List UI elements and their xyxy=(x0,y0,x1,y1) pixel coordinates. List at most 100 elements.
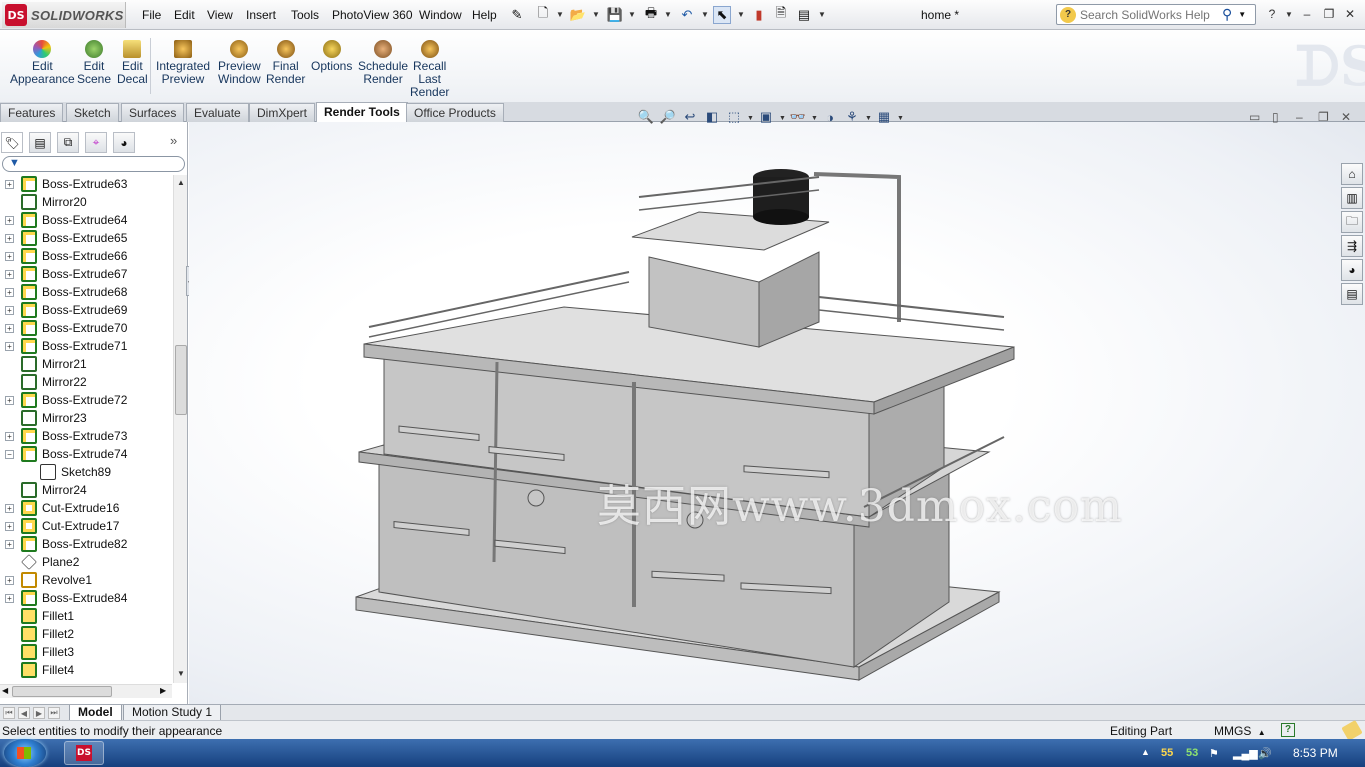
expand-icon[interactable]: + xyxy=(5,216,14,225)
tree-item[interactable]: Mirror21 xyxy=(0,355,172,373)
custom-properties-icon[interactable]: ▤ xyxy=(1341,283,1363,305)
chevron-down-icon[interactable]: ▼ xyxy=(664,10,672,19)
tree-item[interactable]: + Boss-Extrude84 xyxy=(0,589,172,607)
first-tab-icon[interactable]: ⏮ xyxy=(3,707,15,719)
expand-icon[interactable]: + xyxy=(5,540,14,549)
open-folder-icon[interactable]: 📂 xyxy=(569,6,587,24)
tab-motion-study[interactable]: Motion Study 1 xyxy=(123,705,222,721)
tree-item[interactable]: + Boss-Extrude70 xyxy=(0,319,172,337)
tree-item[interactable]: Fillet4 xyxy=(0,661,172,679)
view-palette-icon[interactable]: ⇶ xyxy=(1341,235,1363,257)
tree-item[interactable]: Fillet1 xyxy=(0,607,172,625)
restore-icon[interactable]: ❐ xyxy=(1318,110,1329,124)
tree-item[interactable]: + Boss-Extrude68 xyxy=(0,283,172,301)
chevron-down-icon[interactable]: ▼ xyxy=(701,10,709,19)
tab-render-tools[interactable]: Render Tools xyxy=(316,102,408,123)
next-tab-icon[interactable]: ▶ xyxy=(33,707,45,719)
pin-icon[interactable]: ✎ xyxy=(508,6,526,24)
select-cursor-icon[interactable]: ⬉ xyxy=(713,6,731,24)
tree-horizontal-scrollbar[interactable]: ◀ ▶ xyxy=(0,684,172,698)
chevron-down-icon[interactable]: ▼ xyxy=(779,108,786,128)
tree-vertical-scrollbar[interactable]: ▲ ▼ xyxy=(173,175,187,683)
menu-edit[interactable]: Edit xyxy=(174,8,195,22)
chevron-down-icon[interactable]: ▼ xyxy=(1280,5,1298,23)
taskbar-solidworks[interactable]: DS xyxy=(64,741,104,765)
tree-item[interactable]: + Boss-Extrude82 xyxy=(0,535,172,553)
feature-tree-icon[interactable]: 🏷 xyxy=(1,132,23,153)
schedule-render-button[interactable]: Schedule Render xyxy=(358,40,408,86)
expand-icon[interactable]: + xyxy=(5,324,14,333)
start-button[interactable] xyxy=(4,739,46,767)
previous-view-icon[interactable]: ↩ xyxy=(681,108,699,126)
tag-icon[interactable] xyxy=(1341,720,1363,741)
file-explorer-icon[interactable]: 🗀 xyxy=(1341,211,1363,233)
collapse-icon[interactable]: − xyxy=(5,450,14,459)
save-icon[interactable]: 💾 xyxy=(606,6,624,24)
tree-item[interactable]: + Boss-Extrude63 xyxy=(0,175,172,193)
close-icon[interactable]: ✕ xyxy=(1341,110,1351,124)
section-view-icon[interactable]: ◧ xyxy=(703,108,721,126)
previous-tab-icon[interactable]: ◀ xyxy=(18,707,30,719)
expand-icon[interactable]: + xyxy=(5,594,14,603)
tree-item[interactable]: + Boss-Extrude67 xyxy=(0,265,172,283)
scroll-down-icon[interactable]: ▼ xyxy=(177,669,185,678)
design-library-icon[interactable]: ▥ xyxy=(1341,187,1363,209)
new-document-icon[interactable]: 🗋 xyxy=(534,5,552,24)
zoom-to-area-icon[interactable]: 🔎 xyxy=(659,108,677,126)
chevron-down-icon[interactable]: ▼ xyxy=(628,10,636,19)
expand-icon[interactable]: + xyxy=(5,180,14,189)
display-manager-icon[interactable]: ◕ xyxy=(113,132,135,153)
menu-photoview[interactable]: PhotoView 360 xyxy=(332,8,413,22)
expand-icon[interactable]: + xyxy=(5,342,14,351)
chevron-down-icon[interactable]: ▼ xyxy=(897,108,904,128)
tree-item[interactable]: + Boss-Extrude73 xyxy=(0,427,172,445)
menu-window[interactable]: Window xyxy=(419,8,462,22)
tab-dimxpert[interactable]: DimXpert xyxy=(249,103,316,122)
expand-icon[interactable]: + xyxy=(5,576,14,585)
edit-decal-button[interactable]: Edit Decal xyxy=(117,40,148,86)
tree-item[interactable]: Mirror24 xyxy=(0,481,172,499)
chevron-down-icon[interactable]: ▼ xyxy=(556,10,564,19)
preview-window-button[interactable]: Preview Window xyxy=(218,40,261,86)
show-hidden-icons-icon[interactable]: ▲ xyxy=(1141,747,1150,757)
integrated-preview-button[interactable]: Integrated Preview xyxy=(156,40,210,86)
expand-icon[interactable]: + xyxy=(5,270,14,279)
scroll-left-icon[interactable]: ◀ xyxy=(2,686,8,695)
tree-item[interactable]: + Boss-Extrude71 xyxy=(0,337,172,355)
zoom-to-fit-icon[interactable]: 🔍 xyxy=(637,108,655,126)
tab-office-products[interactable]: Office Products xyxy=(406,103,504,122)
edit-appearance-icon[interactable]: ◑ xyxy=(821,108,839,126)
tab-evaluate[interactable]: Evaluate xyxy=(186,103,249,122)
expand-icon[interactable]: + xyxy=(5,252,14,261)
print-icon[interactable]: 🖶 xyxy=(642,5,660,24)
chevron-down-icon[interactable]: ▼ xyxy=(747,108,754,128)
view-settings-icon[interactable]: ▦ xyxy=(875,108,893,126)
edit-appearance-button[interactable]: Edit Appearance xyxy=(10,40,75,86)
expand-icon[interactable]: + xyxy=(5,522,14,531)
menu-file[interactable]: File xyxy=(142,8,161,22)
view-orientation-icon[interactable]: ⬚ xyxy=(725,108,743,126)
chevron-down-icon[interactable]: ▼ xyxy=(1238,10,1246,19)
minimize-icon[interactable]: – xyxy=(1296,110,1303,124)
tree-item[interactable]: + Cut-Extrude16 xyxy=(0,499,172,517)
menu-insert[interactable]: Insert xyxy=(246,8,276,22)
tab-sketch[interactable]: Sketch xyxy=(66,103,119,122)
help-search[interactable]: ? ⚲ ▼ xyxy=(1056,4,1256,25)
expand-icon[interactable]: + xyxy=(5,234,14,243)
tree-item[interactable]: Fillet2 xyxy=(0,625,172,643)
quick-tips-icon[interactable]: ? xyxy=(1281,723,1295,737)
tree-item[interactable]: + Boss-Extrude69 xyxy=(0,301,172,319)
scroll-up-icon[interactable]: ▲ xyxy=(177,178,185,187)
home-icon[interactable]: ⌂ xyxy=(1341,163,1363,185)
expand-icon[interactable]: + xyxy=(5,504,14,513)
tree-item[interactable]: Fillet3 xyxy=(0,643,172,661)
tree-item[interactable]: + Boss-Extrude72 xyxy=(0,391,172,409)
hide-show-items-icon[interactable]: 👓 xyxy=(789,108,807,126)
unit-system[interactable]: MMGS ▲ xyxy=(1214,724,1266,738)
search-icon[interactable]: ⚲ xyxy=(1222,6,1232,23)
action-center-icon[interactable]: ⚑ xyxy=(1209,747,1219,760)
menu-view[interactable]: View xyxy=(207,8,233,22)
menu-tools[interactable]: Tools xyxy=(291,8,319,22)
edit-scene-button[interactable]: Edit Scene xyxy=(77,40,111,86)
options-button[interactable]: Options xyxy=(311,40,352,73)
